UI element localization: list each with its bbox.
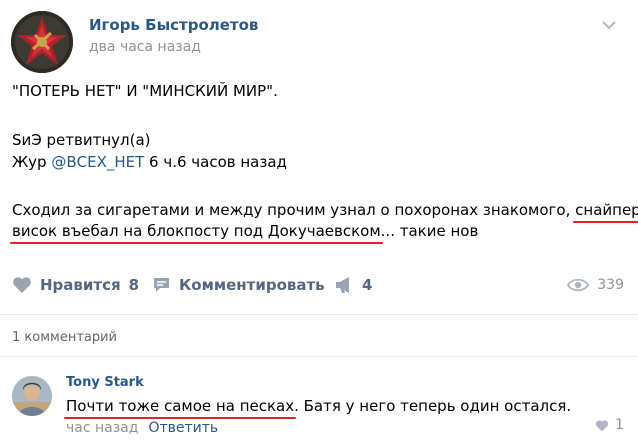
comment-time[interactable]: час назад [66,420,138,436]
post-actions: Нравится 8 Комментировать 4 339 [0,270,638,302]
highlighted-text: висок въебал на блокпосту под Докучаевск… [10,222,383,244]
journal-suffix: 6 ч.6 часов назад [144,153,287,171]
author-avatar[interactable] [11,11,73,73]
comment-author-avatar[interactable] [12,376,52,416]
reply-button[interactable]: Ответить [148,420,218,436]
post-body-text: ... такие нов [380,222,479,240]
comment-body-text: . Батя у него теперь один остался. [294,397,572,415]
like-label: Нравится [40,276,121,294]
comment-label: Комментировать [179,276,325,294]
comment-text: Почти тоже самое на песках. Батя у него … [63,397,572,419]
divider [0,314,638,315]
comment-like-button[interactable]: 1 [595,417,624,433]
comment-author[interactable]: Tony Stark [66,375,144,390]
journal-handle-link[interactable]: @ВСЕХ_НЕТ [51,153,144,171]
chevron-down-icon[interactable] [599,18,619,32]
views-count: 339 [597,277,624,293]
megaphone-icon [336,277,349,293]
like-count: 8 [128,276,140,294]
post-body-line-1: Сходил за сигаретами и между прочим узна… [12,201,638,223]
red-star-badge-icon [11,11,73,73]
highlighted-text: снайпер в [573,201,638,223]
post-headline: "ПОТЕРЬ НЕТ" И "МИНСКИЙ МИР". [12,82,278,100]
eye-icon [567,278,590,292]
comment-like-count: 1 [615,417,624,433]
post-body-line-2: висок въебал на блокпосту под Докучаевск… [10,222,479,244]
comment-icon [154,278,169,292]
comment-button[interactable]: Комментировать [152,276,325,294]
views-counter: 339 [567,277,624,293]
share-count: 4 [362,276,373,294]
highlighted-text: Почти тоже самое на песках [63,397,297,419]
like-button[interactable]: Нравится 8 [12,276,139,294]
heart-icon [595,419,609,431]
journal-line: Жур @ВСЕХ_НЕТ 6 ч.6 часов назад [12,153,287,171]
divider [0,356,638,357]
user-photo-icon [12,376,52,416]
journal-prefix: Жур [12,153,52,171]
comment-meta: час назад Ответить [66,420,218,436]
post-author[interactable]: Игорь Быстролетов [89,16,258,34]
heart-icon [13,277,31,293]
wall-post: Игорь Быстролетов два часа назад "ПОТЕРЬ… [0,0,638,447]
retweet-line: SиЭ ретвитнул(а) [12,131,151,149]
comments-count[interactable]: 1 комментарий [12,330,117,345]
share-button[interactable]: 4 [334,276,372,294]
post-time[interactable]: два часа назад [89,39,201,55]
post-body-text: Сходил за сигаретами и между прочим узна… [12,201,576,219]
